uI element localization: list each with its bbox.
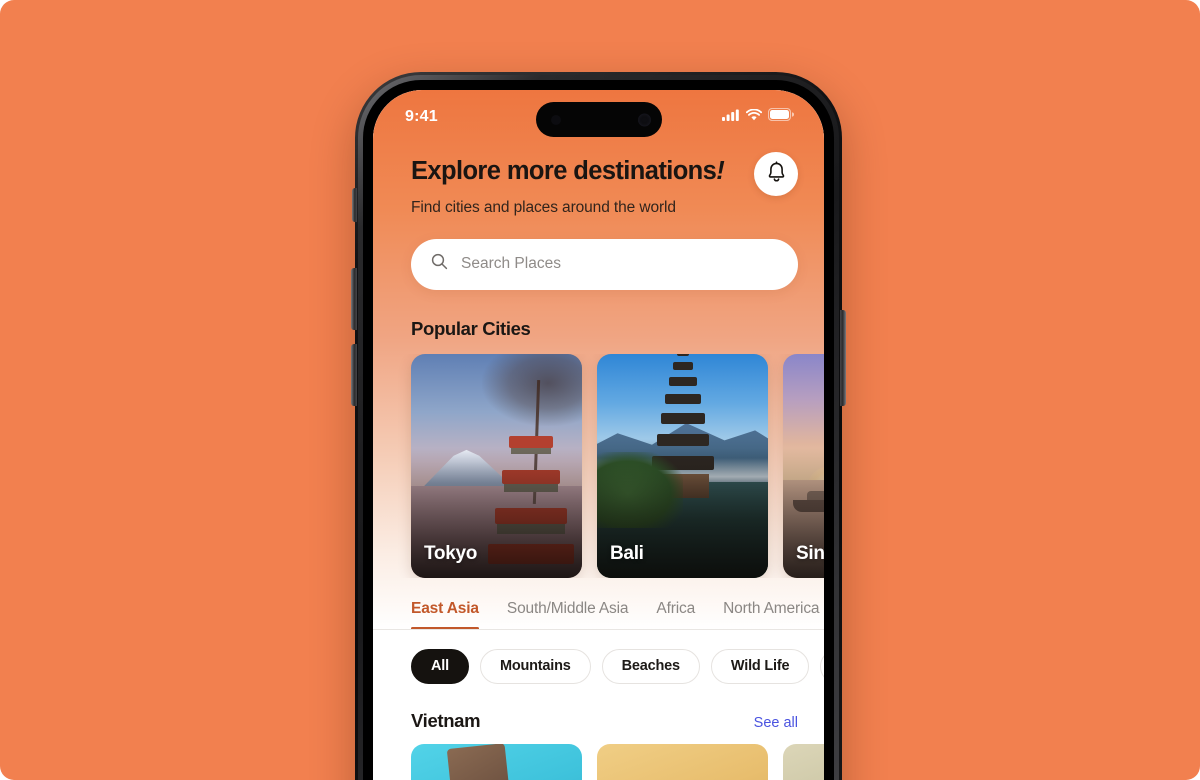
- place-card[interactable]: [597, 743, 768, 780]
- volume-up-button[interactable]: [351, 268, 357, 330]
- bell-icon: [766, 160, 787, 188]
- silence-switch[interactable]: [352, 188, 357, 222]
- volume-down-button[interactable]: [351, 344, 357, 406]
- wifi-icon: [745, 108, 763, 126]
- chip-label: Beaches: [621, 658, 680, 675]
- popular-cities-carousel[interactable]: Tokyo Bali Sin: [373, 353, 824, 578]
- search-input[interactable]: [461, 255, 778, 274]
- region-tabs[interactable]: East Asia South/Middle Asia Africa North…: [373, 600, 824, 630]
- phone-screen: 9:41 Explore more destinations! Find cit…: [373, 90, 824, 780]
- search-bar[interactable]: [411, 238, 798, 290]
- page-subtitle: Find cities and places around the world: [411, 198, 676, 216]
- cellular-icon: [722, 108, 740, 126]
- filter-chips[interactable]: All Mountains Beaches Wild Life Adventur: [373, 648, 824, 684]
- front-camera-icon: [637, 113, 651, 126]
- speaker-icon: [550, 114, 561, 125]
- tab-south-middle-asia[interactable]: South/Middle Asia: [507, 600, 629, 629]
- chip-label: Mountains: [499, 658, 571, 675]
- tab-east-asia[interactable]: East Asia: [411, 600, 479, 629]
- status-bar: 9:41: [373, 90, 824, 144]
- chip-label: All: [431, 658, 449, 675]
- tab-label: North America: [723, 599, 820, 617]
- chip-all[interactable]: All: [411, 648, 469, 684]
- power-button[interactable]: [840, 310, 846, 406]
- status-icons: [722, 107, 795, 126]
- tab-africa[interactable]: Africa: [656, 600, 695, 629]
- chip-label: Wild Life: [730, 658, 790, 675]
- country-section-header: Vietnam See all: [373, 710, 824, 732]
- page-title-accent: !: [716, 157, 725, 185]
- battery-icon: [767, 107, 795, 126]
- travel-app: 9:41 Explore more destinations! Find cit…: [373, 90, 824, 780]
- tab-label: South/Middle Asia: [506, 599, 629, 617]
- tab-label: East Asia: [411, 599, 479, 617]
- city-card-singapore[interactable]: Singapore: [783, 353, 824, 578]
- place-card[interactable]: [783, 743, 824, 780]
- city-name-label: Tokyo: [424, 542, 478, 564]
- see-all-link[interactable]: See all: [754, 715, 798, 731]
- orange-backdrop: 9:41 Explore more destinations! Find cit…: [0, 0, 1200, 780]
- tab-north-america[interactable]: North America: [723, 600, 819, 629]
- chip-beaches[interactable]: Beaches: [601, 648, 700, 684]
- popular-cities-title: Popular Cities: [411, 317, 531, 339]
- title-block: Explore more destinations! Find cities a…: [411, 152, 725, 217]
- place-carousel[interactable]: [373, 743, 824, 780]
- notification-button[interactable]: [754, 152, 798, 196]
- city-name-label: Bali: [610, 542, 644, 564]
- dynamic-island: [535, 102, 662, 137]
- chip-wild-life[interactable]: Wild Life: [710, 648, 810, 684]
- page-title: Explore more destinations!: [411, 156, 725, 187]
- status-time: 9:41: [405, 108, 438, 125]
- app-header: Explore more destinations! Find cities a…: [373, 144, 824, 217]
- tab-label: Africa: [656, 599, 696, 617]
- popular-cities-header: Popular Cities: [373, 290, 824, 340]
- page-title-text: Explore more destinations: [411, 157, 717, 185]
- iphone-device: 9:41 Explore more destinations! Find cit…: [351, 72, 846, 780]
- city-name-label: Singapore: [796, 542, 824, 564]
- city-card-bali[interactable]: Bali: [597, 353, 768, 578]
- search-section: [373, 217, 824, 290]
- chip-mountains[interactable]: Mountains: [479, 648, 591, 684]
- country-title: Vietnam: [411, 709, 481, 731]
- chip-adventures[interactable]: Adventures: [820, 648, 824, 684]
- place-card[interactable]: [411, 743, 582, 780]
- city-card-tokyo[interactable]: Tokyo: [411, 353, 582, 578]
- search-icon: [431, 253, 448, 275]
